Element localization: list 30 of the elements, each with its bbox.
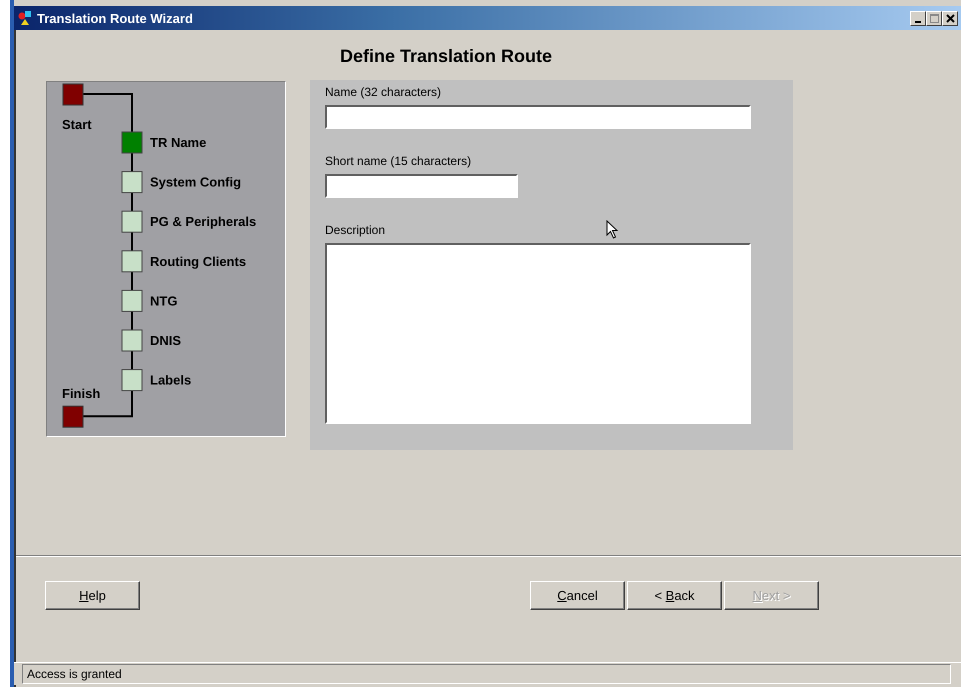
minimize-button[interactable]: [910, 10, 926, 26]
field-label: Short name (15 characters): [325, 154, 472, 168]
window-title: Translation Route Wizard: [37, 10, 194, 26]
maximize-icon: [930, 14, 938, 22]
text-field[interactable]: [325, 174, 518, 198]
maximize-button[interactable]: [926, 10, 942, 26]
step-label: TR Name: [150, 135, 206, 150]
text-field[interactable]: [325, 105, 751, 129]
wizard-button[interactable]: < Back: [627, 581, 722, 610]
step-label: DNIS: [150, 333, 182, 348]
app-icon: [17, 10, 33, 26]
field-label: Description: [325, 223, 386, 237]
start-marker: [62, 84, 84, 106]
step-label: Finish: [62, 386, 100, 402]
step-label: System Config: [150, 174, 242, 190]
minimize-icon: [915, 20, 921, 22]
close-button[interactable]: [942, 10, 958, 26]
wizard-button[interactable]: Cancel: [530, 581, 625, 610]
close-icon: [946, 14, 954, 22]
step-label: NTG: [150, 293, 178, 308]
step-label: Labels: [150, 372, 192, 388]
step-label: PG & Peripherals: [150, 214, 256, 230]
mouse-pointer-icon: [606, 220, 620, 240]
step-label: Start: [62, 117, 92, 132]
field-label: Name (32 characters): [325, 85, 442, 99]
status-text: Access is granted: [22, 664, 951, 684]
step-label: Routing Clients: [150, 254, 246, 269]
finish-marker: [62, 406, 84, 428]
wizard-button[interactable]: Help: [45, 581, 140, 610]
page-heading: Define Translation Route: [338, 46, 554, 67]
